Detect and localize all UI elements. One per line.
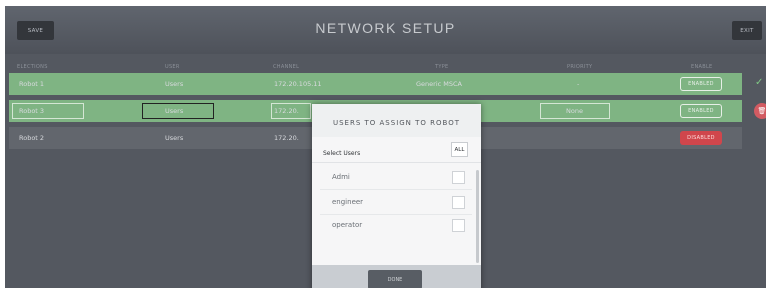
- user-field[interactable]: Users: [165, 127, 183, 149]
- disabled-toggle[interactable]: DISABLED: [680, 131, 722, 145]
- priority-value: None: [566, 107, 583, 115]
- ip-address: 172.20.: [274, 107, 299, 115]
- user-checkbox[interactable]: [452, 196, 465, 209]
- exit-button[interactable]: EXIT: [732, 21, 762, 40]
- page-title: NETWORK SETUP: [315, 20, 456, 36]
- select-all-button[interactable]: ALL: [451, 142, 468, 157]
- user-option-operator[interactable]: operator: [312, 215, 472, 238]
- column-header-type: TYPE: [435, 64, 449, 70]
- table-row-robot-1[interactable]: Robot 1 Users 172.20.105.11 Generic MSCA…: [9, 73, 742, 95]
- column-header-priority: PRIORITY: [567, 64, 593, 70]
- user-field[interactable]: Users: [165, 100, 183, 122]
- network-setup-screen: SAVE NETWORK SETUP EXIT ELECTIONS USER C…: [5, 6, 766, 288]
- user-checkbox[interactable]: [452, 219, 465, 232]
- column-header-channel: CHANNEL: [273, 64, 300, 70]
- column-header-enable: ENABLE: [691, 64, 713, 70]
- divider: [312, 162, 481, 163]
- check-icon: ✓: [755, 77, 764, 88]
- priority-value: -: [577, 80, 580, 88]
- ip-address: 172.20.105.11: [274, 80, 322, 88]
- user-option-label: operator: [332, 221, 363, 229]
- select-users-label: Select Users: [323, 150, 361, 157]
- ip-address: 172.20.: [274, 134, 299, 142]
- modal-scrollbar[interactable]: [476, 170, 479, 263]
- user-option-label: engineer: [332, 198, 364, 206]
- column-header-user: USER: [165, 64, 180, 70]
- top-bar: SAVE NETWORK SETUP EXIT: [5, 6, 766, 54]
- trash-icon[interactable]: 🗑: [754, 103, 766, 119]
- user-option-engineer[interactable]: engineer: [312, 192, 472, 215]
- robot-name: Robot 2: [19, 134, 45, 142]
- modal-title: USERS TO ASSIGN TO ROBOT: [312, 104, 481, 137]
- user-field[interactable]: Users: [165, 73, 183, 95]
- divider: [320, 189, 472, 190]
- done-button[interactable]: DONE: [368, 270, 422, 288]
- user-option-label: Admi: [332, 173, 350, 181]
- assign-users-modal: USERS TO ASSIGN TO ROBOT Select Users AL…: [312, 104, 481, 288]
- robot-name: Robot 1: [19, 80, 45, 88]
- robot-name: Robot 3: [19, 107, 45, 115]
- column-header-name: ELECTIONS: [17, 64, 48, 70]
- robot-type: Generic MSCA: [416, 80, 462, 88]
- user-option-admi[interactable]: Admi: [312, 167, 472, 190]
- user-checkbox[interactable]: [452, 171, 465, 184]
- enabled-toggle[interactable]: ENABLED: [680, 104, 722, 118]
- enabled-toggle[interactable]: ENABLED: [680, 77, 722, 91]
